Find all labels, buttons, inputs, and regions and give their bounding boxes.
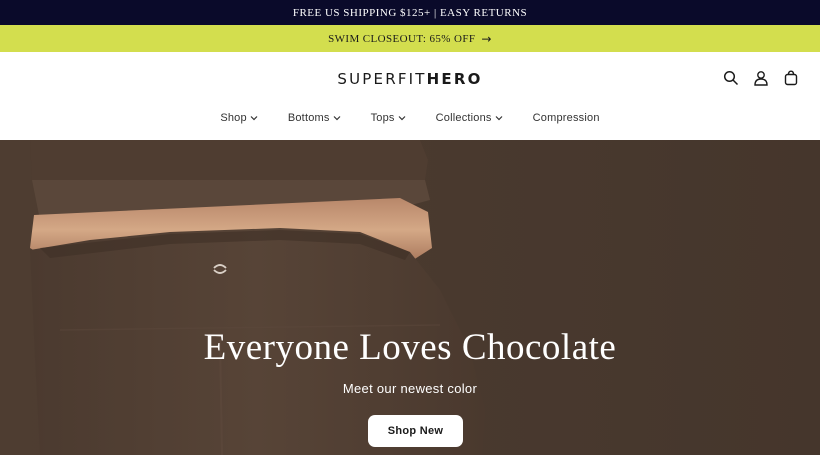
header-icons [722,69,800,87]
site-header: SUPERFITHERO Shop Bottoms Tops Collectio… [0,52,820,140]
search-icon[interactable] [722,69,740,87]
account-icon[interactable] [752,69,770,87]
nav-item-shop[interactable]: Shop [205,112,273,124]
hero-banner[interactable]: Everyone Loves Chocolate Meet our newest… [0,140,820,455]
logo-text-light[interactable]: SUPERFIT [337,70,426,88]
nav-item-collections[interactable]: Collections [421,112,518,124]
promo-bar[interactable]: SWIM CLOSEOUT: 65% OFF → [0,25,820,52]
cart-icon[interactable] [782,69,800,87]
hero-title: Everyone Loves Chocolate [203,327,617,368]
nav-item-label[interactable]: Bottoms [288,112,330,124]
main-nav: Shop Bottoms Tops Collections Compressio… [0,112,820,124]
nav-item-label[interactable]: Collections [436,112,492,124]
nav-item-tops[interactable]: Tops [356,112,421,124]
nav-item-label[interactable]: Tops [371,112,395,124]
nav-item-compression[interactable]: Compression [518,112,615,124]
hero-subtitle: Meet our newest color [342,381,478,396]
nav-item-label[interactable]: Shop [220,112,247,124]
nav-item-label[interactable]: Compression [533,112,600,124]
chevron-down-icon[interactable] [398,114,406,122]
chevron-down-icon[interactable] [333,114,341,122]
arrow-right-icon[interactable]: → [481,32,491,46]
announcement-text: FREE US SHIPPING $125+ | EASY RETURNS [292,6,528,19]
hero-image [0,140,820,455]
chevron-down-icon[interactable] [250,114,258,122]
announcement-bar: FREE US SHIPPING $125+ | EASY RETURNS [0,0,820,25]
site-logo[interactable]: SUPERFITHERO [0,70,820,88]
shop-new-button[interactable]: Shop New [368,415,463,447]
chevron-down-icon[interactable] [495,114,503,122]
nav-item-bottoms[interactable]: Bottoms [273,112,356,124]
promo-text[interactable]: SWIM CLOSEOUT: 65% OFF [328,33,475,45]
logo-text-bold[interactable]: HERO [427,70,483,88]
